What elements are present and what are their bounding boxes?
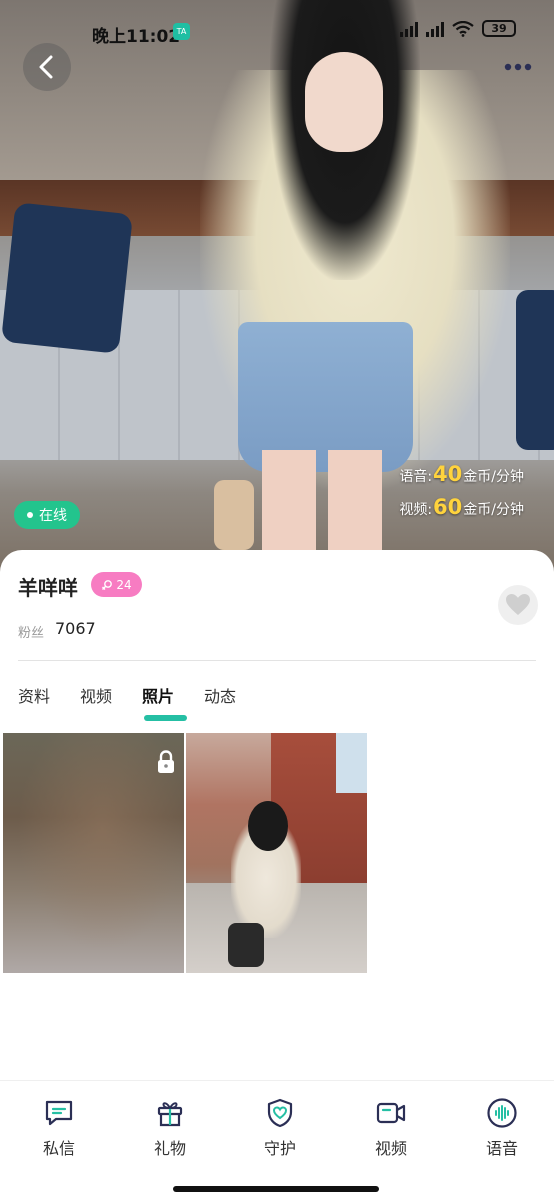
- voice-call-label: 语音: [485, 1139, 518, 1158]
- signal-icon: [426, 21, 444, 37]
- video-call-button[interactable]: 视频: [351, 1097, 431, 1159]
- more-dots-icon: [504, 63, 532, 71]
- video-price-label: 视频:: [399, 502, 433, 518]
- video-price-unit: 金币/分钟: [463, 502, 524, 518]
- photo-person-face: [305, 52, 383, 152]
- fans-label: 粉丝: [18, 626, 45, 641]
- active-tab-indicator: [144, 715, 187, 721]
- message-label: 私信: [42, 1139, 75, 1158]
- wifi-icon: [452, 20, 474, 37]
- level-badge: 24: [91, 572, 142, 597]
- message-icon: [45, 1100, 73, 1126]
- video-call-label: 视频: [374, 1139, 407, 1158]
- lock-icon: [158, 750, 174, 773]
- level-value: 24: [116, 577, 132, 592]
- profile-name: 羊咩咩: [18, 576, 78, 600]
- photo-person-hair: [248, 801, 288, 851]
- photo-pillow: [516, 290, 554, 450]
- video-price: 视频: 60 金币/分钟: [399, 495, 524, 519]
- more-options-button[interactable]: [498, 55, 538, 79]
- photo-thumbnail[interactable]: [186, 733, 367, 973]
- profile-card: 羊咩咩 24 粉丝 7067 资料 视频 照片 动态: [0, 550, 554, 1080]
- voice-wave-icon: [487, 1098, 517, 1128]
- photo-bag: [228, 923, 264, 967]
- home-indicator[interactable]: [173, 1186, 379, 1192]
- signal-icon: [400, 21, 418, 37]
- video-camera-icon: [376, 1102, 406, 1124]
- voice-price-unit: 金币/分钟: [463, 469, 524, 485]
- status-bar: 晚上11:02 TA 39: [0, 14, 554, 50]
- voice-price-label: 语音:: [399, 469, 433, 485]
- back-button[interactable]: [23, 43, 71, 91]
- guard-button[interactable]: 守护: [240, 1097, 320, 1159]
- tab-photos[interactable]: 照片: [142, 683, 174, 707]
- guard-label: 守护: [263, 1139, 296, 1158]
- profile-hero-photo[interactable]: 晚上11:02 TA 39 在线 语音: 40 金币/分钟 视频: 60 金币/…: [0, 0, 554, 580]
- video-price-value: 60: [433, 495, 463, 519]
- voice-call-button[interactable]: 语音: [462, 1097, 542, 1159]
- follow-heart-button[interactable]: [498, 585, 538, 625]
- gift-button[interactable]: 礼物: [130, 1097, 210, 1159]
- gift-icon: [157, 1102, 183, 1127]
- status-icons: 39: [400, 20, 516, 37]
- tab-profile-info[interactable]: 资料: [18, 683, 50, 707]
- photo-bag: [214, 480, 254, 550]
- chevron-left-icon: [39, 55, 53, 79]
- bottom-action-bar: 私信 礼物 守护 视频 语音: [0, 1080, 554, 1200]
- tab-moments[interactable]: 动态: [204, 683, 236, 707]
- online-status-label: 在线: [39, 508, 67, 524]
- photo-thumbnail-locked[interactable]: [3, 733, 184, 973]
- gift-label: 礼物: [153, 1139, 186, 1158]
- shield-heart-icon: [267, 1098, 293, 1128]
- heart-icon: [506, 594, 530, 615]
- message-button[interactable]: 私信: [19, 1097, 99, 1159]
- divider: [18, 660, 536, 661]
- voice-price-value: 40: [433, 462, 463, 486]
- online-status-badge: 在线: [14, 501, 80, 529]
- fans-count: 7067: [55, 619, 96, 638]
- voice-price: 语音: 40 金币/分钟: [399, 462, 524, 486]
- photo-sky: [336, 733, 367, 793]
- online-dot-icon: [27, 512, 33, 518]
- tab-videos[interactable]: 视频: [80, 683, 112, 707]
- photo-pillow: [1, 202, 133, 354]
- profile-tabs: 资料 视频 照片 动态: [18, 683, 266, 707]
- battery-icon: 39: [482, 20, 516, 37]
- app-notification-icon: TA: [173, 23, 190, 40]
- female-symbol-icon: [102, 579, 113, 590]
- status-time: 晚上11:02: [92, 27, 181, 47]
